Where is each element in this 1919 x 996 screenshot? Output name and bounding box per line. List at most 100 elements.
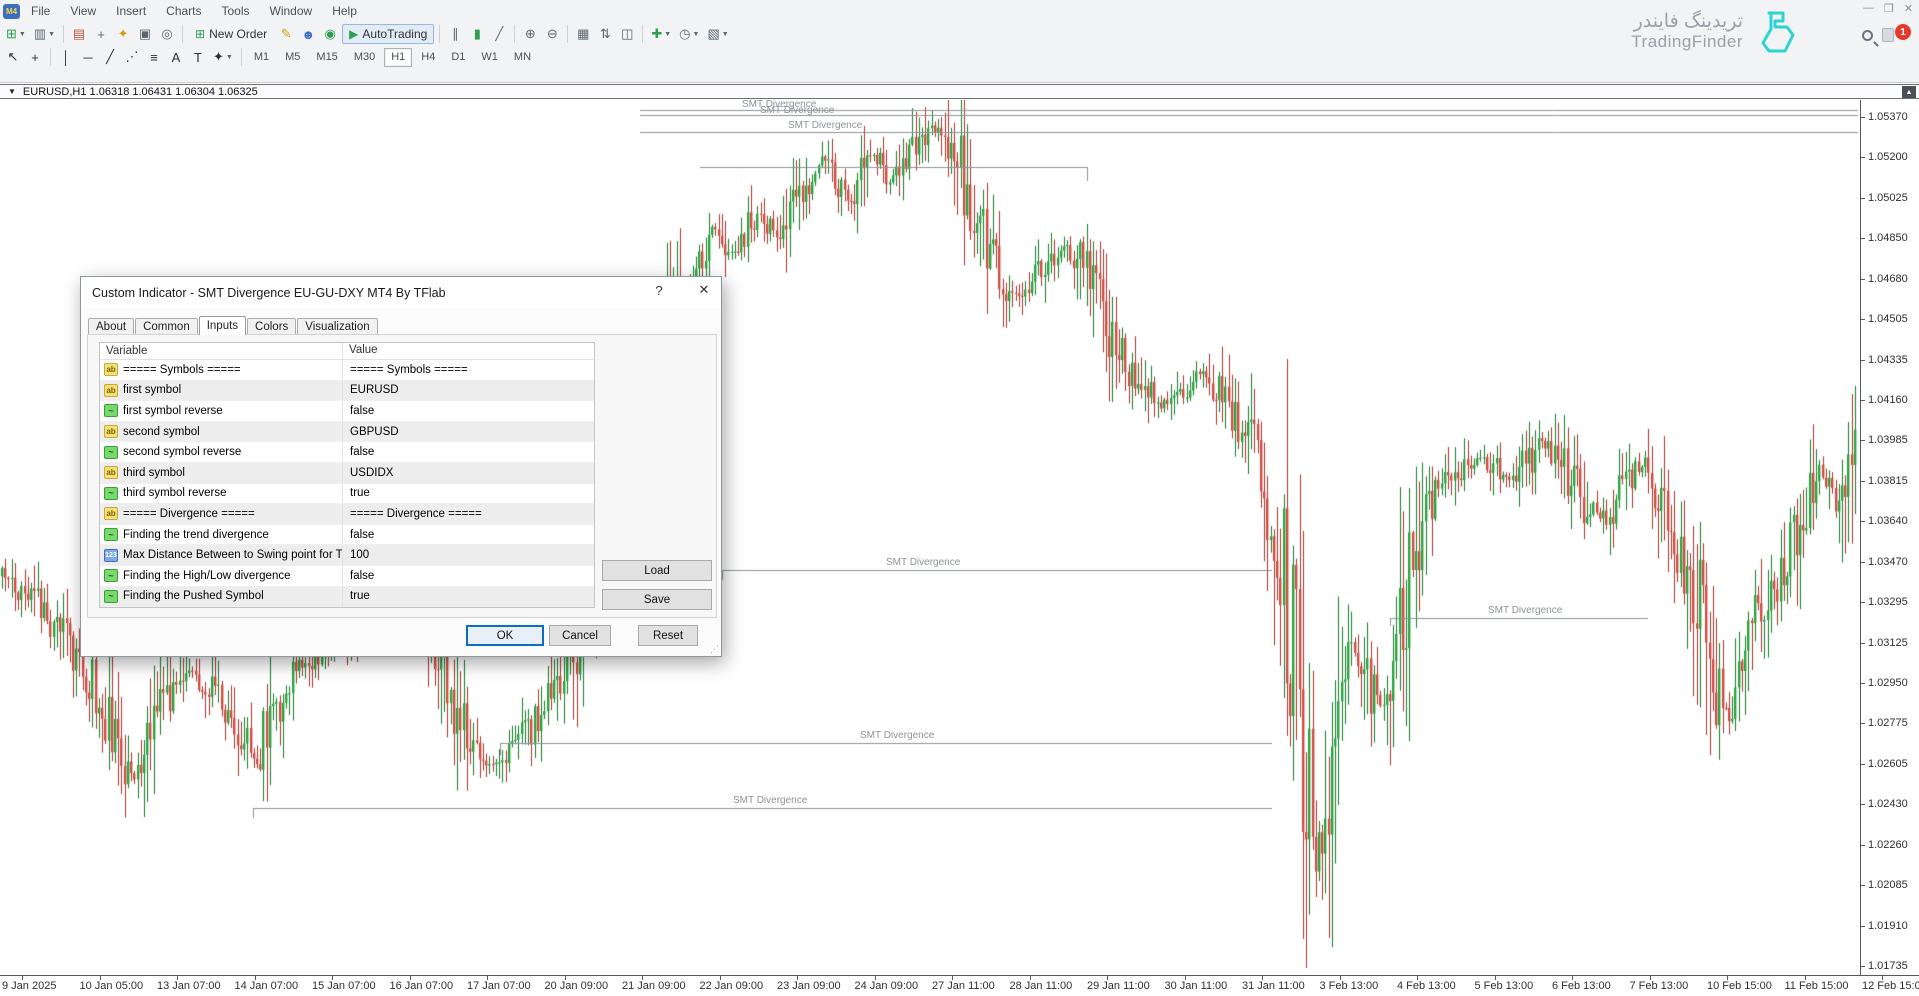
value-cell[interactable]: GBPUSD	[343, 426, 594, 438]
menu-item-view[interactable]: View	[61, 2, 105, 20]
close-button[interactable]: ✕	[1904, 2, 1913, 15]
chevron-down-icon[interactable]: ▼	[8, 87, 16, 96]
ok-button[interactable]: OK	[466, 625, 544, 646]
value-cell[interactable]: USDIDX	[343, 467, 594, 479]
timeframe-button-h4[interactable]: H4	[414, 48, 442, 67]
expert-advisors-icon[interactable]: ☻	[298, 24, 318, 44]
equidistant-channel-icon[interactable]: ⋰	[122, 47, 142, 67]
trendline-icon[interactable]: ╱	[100, 47, 120, 67]
value-cell[interactable]: false	[343, 570, 594, 582]
table-row[interactable]: ~Finding the Pushed Symboltrue	[100, 587, 594, 608]
table-row[interactable]: absecond symbolGBPUSD	[100, 422, 594, 443]
toolbar-standard: ⊞▼▥▼ ▤+✦▣◎ ⊞New Order✎☻◉▶AutoTrading ∥▮╱ ⊕⊖ ▦…	[2, 23, 733, 45]
table-row[interactable]: ~second symbol reversefalse	[100, 442, 594, 463]
table-row[interactable]: 123Max Distance Between to Swing point f…	[100, 545, 594, 566]
menu-item-insert[interactable]: Insert	[107, 2, 155, 20]
menu-item-tools[interactable]: Tools	[213, 2, 259, 20]
vertical-line-icon[interactable]: │	[56, 47, 76, 67]
terminal-icon[interactable]: ▣	[135, 24, 155, 44]
value-cell[interactable]: 100	[343, 549, 594, 561]
arrange-windows-icon[interactable]: ⇅	[595, 24, 615, 44]
indicators-icon[interactable]: ✚▼	[648, 24, 674, 44]
time-axis[interactable]: 9 Jan 202510 Jan 05:0013 Jan 07:0014 Jan…	[0, 975, 1919, 996]
tab-colors[interactable]: Colors	[247, 318, 296, 335]
menu-item-window[interactable]: Window	[261, 2, 322, 20]
timeframe-button-m15[interactable]: M15	[309, 48, 344, 67]
periods-icon[interactable]: ◷▼	[676, 24, 702, 44]
restore-button[interactable]: ❐	[1884, 2, 1894, 15]
cascade-windows-icon[interactable]: ◫	[617, 24, 637, 44]
tile-windows-icon[interactable]: ▦	[573, 24, 593, 44]
arrows-icon[interactable]: ✦▼	[210, 47, 236, 67]
value-cell[interactable]: true	[343, 487, 594, 499]
dialog-close-button[interactable]: ✕	[693, 282, 715, 298]
text-icon[interactable]: A	[166, 47, 186, 67]
metaeditor-icon[interactable]: ✎	[276, 24, 296, 44]
minimize-button[interactable]: —	[1863, 2, 1874, 15]
value-cell[interactable]: ===== Divergence =====	[343, 508, 594, 520]
candlestick-chart-icon[interactable]: ▮	[467, 24, 487, 44]
value-cell[interactable]: false	[343, 405, 594, 417]
price-axis-label: 1.02430	[1868, 798, 1908, 810]
chart-profiles-icon[interactable]: ▥▼	[31, 24, 58, 44]
menu-item-file[interactable]: File	[22, 2, 59, 20]
time-axis-label: 27 Jan 11:00	[932, 980, 995, 992]
table-row[interactable]: ~Finding the trend divergencefalse	[100, 525, 594, 546]
table-row[interactable]: ~Finding the High/Low divergencefalse	[100, 566, 594, 587]
table-row[interactable]: ab===== Divergence ========== Divergence…	[100, 504, 594, 525]
menu-item-help[interactable]: Help	[323, 2, 366, 20]
value-cell[interactable]: ===== Symbols =====	[343, 364, 594, 376]
zoom-in-icon[interactable]: ⊕	[520, 24, 540, 44]
bool-type-icon: ~	[104, 404, 118, 417]
table-row[interactable]: abfirst symbolEURUSD	[100, 381, 594, 402]
templates-icon[interactable]: ▧▼	[704, 24, 731, 44]
table-row[interactable]: ~first symbol reversefalse	[100, 401, 594, 422]
tab-common[interactable]: Common	[135, 318, 198, 335]
table-row[interactable]: abthird symbolUSDIDX	[100, 463, 594, 484]
data-window-icon[interactable]: +	[91, 24, 111, 44]
tab-inputs[interactable]: Inputs	[199, 316, 246, 335]
tab-visualization[interactable]: Visualization	[297, 318, 377, 335]
cursor-icon[interactable]: ↖	[3, 47, 23, 67]
value-cell[interactable]: false	[343, 446, 594, 458]
bar-chart-icon[interactable]: ∥	[445, 24, 465, 44]
value-cell[interactable]: false	[343, 529, 594, 541]
price-axis[interactable]: 1.053701.052001.050251.048501.046801.045…	[1860, 100, 1919, 975]
autotrading-button: ▶	[349, 27, 358, 41]
save-button[interactable]: Save	[602, 589, 712, 610]
timeframe-button-d1[interactable]: D1	[444, 48, 472, 67]
timeframe-button-mn[interactable]: MN	[507, 48, 538, 67]
timeframe-button-m5[interactable]: M5	[278, 48, 307, 67]
fibonacci-icon[interactable]: ≡	[144, 47, 164, 67]
market-watch-icon[interactable]: ▤	[69, 24, 89, 44]
dialog-help-button[interactable]: ?	[649, 283, 669, 298]
new-chart-icon[interactable]: ⊞▼	[3, 24, 29, 44]
table-row[interactable]: ab===== Symbols ========== Symbols =====	[100, 360, 594, 381]
timeframe-button-h1[interactable]: H1	[384, 48, 412, 67]
zoom-out-icon[interactable]: ⊖	[542, 24, 562, 44]
table-row[interactable]: ~third symbol reversetrue	[100, 484, 594, 505]
timeframe-button-m30[interactable]: M30	[347, 48, 382, 67]
menu-item-charts[interactable]: Charts	[157, 2, 210, 20]
horizontal-line-icon[interactable]: ─	[78, 47, 98, 67]
reset-button[interactable]: Reset	[638, 625, 698, 646]
strategy-tester-icon[interactable]: ◎	[157, 24, 177, 44]
tab-about[interactable]: About	[88, 318, 134, 335]
cancel-button[interactable]: Cancel	[549, 625, 611, 646]
new-order-button[interactable]: ⊞New Order	[188, 24, 274, 44]
value-cell[interactable]: EURUSD	[343, 384, 594, 396]
line-chart-icon[interactable]: ╱	[489, 24, 509, 44]
chart-scroll-button[interactable]: ▲	[1902, 86, 1916, 98]
value-cell[interactable]: true	[343, 590, 594, 602]
notification-icon[interactable]	[1882, 28, 1894, 42]
crosshair-icon[interactable]: +	[25, 47, 45, 67]
news-icon[interactable]: ◉	[320, 24, 340, 44]
load-button[interactable]: Load	[602, 560, 712, 581]
timeframe-button-w1[interactable]: W1	[474, 48, 505, 67]
search-icon[interactable]	[1862, 30, 1873, 41]
dialog-resize-grip[interactable]: ⋰	[710, 644, 719, 655]
autotrading-button[interactable]: ▶AutoTrading	[342, 24, 434, 44]
navigator-icon[interactable]: ✦	[113, 24, 133, 44]
timeframe-button-m1[interactable]: M1	[247, 48, 276, 67]
text-label-icon[interactable]: T	[188, 47, 208, 67]
